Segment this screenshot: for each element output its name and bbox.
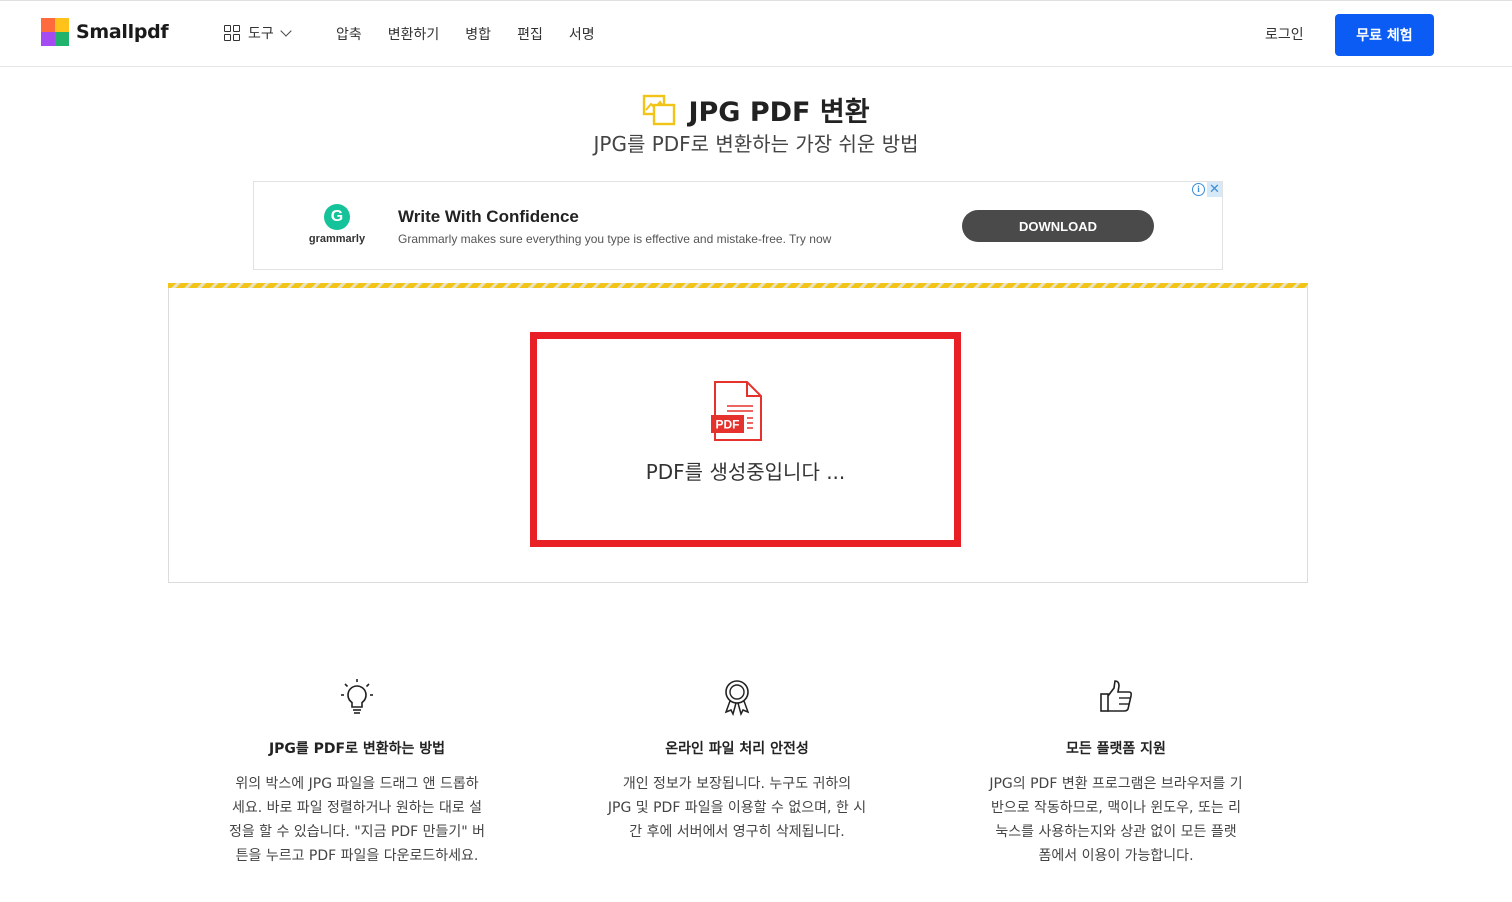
ad-headline: Write With Confidence (398, 207, 579, 226)
free-trial-button[interactable]: 무료 체험 (1335, 14, 1434, 56)
ad-close-icon[interactable]: ✕ (1207, 182, 1222, 197)
ad-body-text: Grammarly makes sure everything you type… (398, 232, 832, 246)
page-title: JPG PDF 변환 (688, 97, 870, 128)
nav-merge[interactable]: 병합 (465, 24, 491, 44)
tools-label: 도구 (248, 26, 274, 42)
top-navbar: Smallpdf 도구 압축 변환하기 병합 편집 서명 로그인 무료 체험 (0, 0, 1512, 67)
ad-info-icon[interactable]: i (1192, 183, 1205, 196)
login-link[interactable]: 로그인 (1265, 24, 1304, 44)
thumbs-up-icon (1100, 680, 1133, 712)
pdf-file-icon: PDF (709, 380, 765, 448)
ad-download-button[interactable]: DOWNLOAD (962, 210, 1154, 242)
jpg-to-pdf-icon (643, 94, 676, 125)
grid-icon (224, 25, 240, 41)
feature-description: JPG의 PDF 변환 프로그램은 브라우저를 기 반으로 작동하므로, 맥이나… (989, 776, 1243, 864)
feature-description: 개인 정보가 보장됩니다. 누구도 귀하의 JPG 및 PDF 파일을 이용할 … (607, 776, 867, 840)
tools-menu-button[interactable]: 도구 (224, 23, 292, 43)
ad-banner[interactable]: G grammarly Write With Confidence Gramma… (253, 181, 1223, 270)
progress-stripe (168, 283, 1308, 288)
grammarly-wordmark: grammarly (308, 233, 366, 245)
feature-security: 온라인 파일 처리 안전성 개인 정보가 보장됩니다. 누구도 귀하의 JPG … (587, 678, 887, 844)
logo-text: Smallpdf (76, 21, 169, 43)
page-subtitle: JPG를 PDF로 변환하는 가장 쉬운 방법 (593, 132, 919, 156)
feature-description: 위의 박스에 JPG 파일을 드래그 앤 드롭하 세요. 바로 파일 정렬하거나… (228, 776, 486, 864)
logo-mark-icon (41, 18, 69, 46)
nav-edit[interactable]: 편집 (517, 24, 543, 44)
smallpdf-logo[interactable]: Smallpdf (41, 18, 169, 46)
main-nav: 압축 변환하기 병합 편집 서명 (336, 24, 621, 44)
chevron-down-icon (280, 24, 292, 37)
feature-platforms: 모든 플랫폼 지원 JPG의 PDF 변환 프로그램은 브라우저를 기 반으로 … (966, 678, 1266, 868)
nav-convert[interactable]: 변환하기 (388, 24, 440, 44)
grammarly-logo: G grammarly (304, 204, 370, 245)
grammarly-g-icon: G (324, 204, 350, 230)
page-title-row: JPG PDF 변환 (0, 90, 1512, 129)
feature-title: 모든 플랫폼 지원 (1066, 741, 1166, 757)
award-ribbon-icon (724, 680, 750, 716)
lightbulb-icon (341, 679, 373, 714)
nav-compress[interactable]: 압축 (336, 24, 362, 44)
feature-title: 온라인 파일 처리 안전성 (665, 741, 809, 757)
pdf-badge-text: PDF (716, 418, 740, 432)
conversion-status-text: PDF를 생성중입니다 ... (645, 460, 846, 484)
nav-sign[interactable]: 서명 (569, 24, 595, 44)
feature-how-to: JPG를 PDF로 변환하는 방법 위의 박스에 JPG 파일을 드래그 앤 드… (207, 678, 507, 868)
feature-title: JPG를 PDF로 변환하는 방법 (268, 741, 446, 757)
